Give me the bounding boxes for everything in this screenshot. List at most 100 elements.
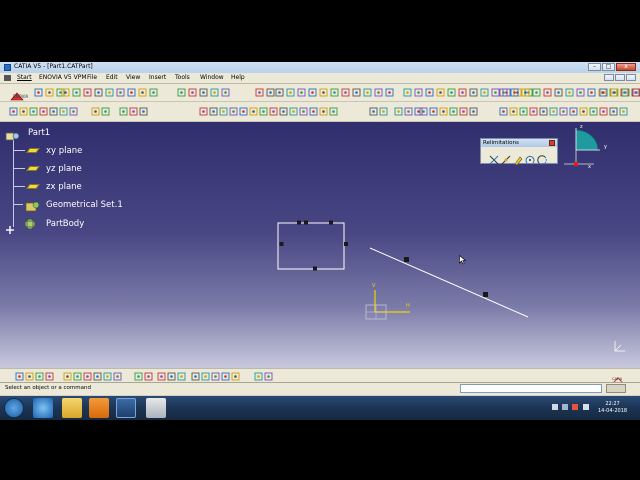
- complement-icon[interactable]: [537, 150, 547, 165]
- toolbar-button[interactable]: [429, 107, 438, 116]
- toolbar-button[interactable]: [105, 88, 114, 97]
- toolbar-button[interactable]: [177, 372, 186, 381]
- maximize-button[interactable]: □: [602, 63, 615, 71]
- toolbar-button[interactable]: [436, 88, 445, 97]
- toolbar-button[interactable]: [509, 107, 518, 116]
- bottom-toolbar-icons[interactable]: [0, 369, 640, 383]
- close-arc-icon[interactable]: [525, 150, 535, 164]
- quick-trim-icon[interactable]: [513, 150, 523, 166]
- toolbar-button[interactable]: [264, 372, 273, 381]
- toolbar-button[interactable]: [539, 107, 548, 116]
- toolbar-button[interactable]: [519, 107, 528, 116]
- toolbar-button[interactable]: [72, 88, 81, 97]
- toolbar-row-2-icons[interactable]: [0, 102, 640, 121]
- toolbar-button[interactable]: [259, 107, 268, 116]
- toolbar-button[interactable]: [209, 107, 218, 116]
- toolbar-button[interactable]: [439, 107, 448, 116]
- toolbar-button[interactable]: [93, 372, 102, 381]
- toolbar-button[interactable]: [414, 88, 423, 97]
- toolbar-button[interactable]: [210, 88, 219, 97]
- toolbar-button[interactable]: [352, 88, 361, 97]
- toolbar-button[interactable]: [61, 88, 70, 97]
- tray-security-icon[interactable]: [572, 404, 578, 410]
- internet-explorer-icon[interactable]: [33, 398, 53, 418]
- close-button[interactable]: x: [616, 63, 636, 71]
- toolbar-button[interactable]: [199, 107, 208, 116]
- toolbar-button[interactable]: [289, 107, 298, 116]
- toolbar-button[interactable]: [589, 107, 598, 116]
- toolbar-button[interactable]: [167, 372, 176, 381]
- catia-taskbar-icon[interactable]: [116, 398, 136, 418]
- doc-restore-button[interactable]: [615, 74, 625, 81]
- menu-start[interactable]: Start: [17, 74, 32, 81]
- toolbar-button[interactable]: [127, 88, 136, 97]
- toolbar-button[interactable]: [385, 88, 394, 97]
- toolbar-button[interactable]: [116, 88, 125, 97]
- toolbar-button[interactable]: [199, 88, 208, 97]
- toolbar-button[interactable]: [569, 107, 578, 116]
- toolbar-button[interactable]: [414, 107, 423, 116]
- toolbar-button[interactable]: [221, 88, 230, 97]
- toolbar-button[interactable]: [63, 372, 72, 381]
- toolbar-button[interactable]: [449, 107, 458, 116]
- toolbar-button[interactable]: [45, 372, 54, 381]
- toolbar-button[interactable]: [543, 88, 552, 97]
- toolbar-button[interactable]: [499, 107, 508, 116]
- toolbar-button[interactable]: [83, 372, 92, 381]
- toolbar-button[interactable]: [229, 107, 238, 116]
- media-player-icon[interactable]: [89, 398, 109, 418]
- toolbar-button[interactable]: [308, 88, 317, 97]
- menu-window[interactable]: Window: [200, 74, 224, 81]
- toolbar-button[interactable]: [201, 372, 210, 381]
- toolbar-button[interactable]: [329, 107, 338, 116]
- toolbar-button[interactable]: [134, 372, 143, 381]
- toolbar-button[interactable]: [309, 107, 318, 116]
- toolbar-button[interactable]: [255, 88, 264, 97]
- toolbar-button[interactable]: [297, 88, 306, 97]
- command-input[interactable]: [460, 384, 602, 393]
- toolbar-button[interactable]: [394, 107, 403, 116]
- toolbar-button[interactable]: [39, 107, 48, 116]
- toolbar-button[interactable]: [69, 107, 78, 116]
- toolbar-button[interactable]: [239, 107, 248, 116]
- toolbar-button[interactable]: [94, 88, 103, 97]
- toolbar-button[interactable]: [619, 107, 628, 116]
- tray-volume-icon[interactable]: [583, 404, 589, 410]
- toolbar-button[interactable]: [219, 107, 228, 116]
- sketch-line[interactable]: [369, 247, 529, 318]
- toolbar-button[interactable]: [91, 107, 100, 116]
- toolbar-button[interactable]: [254, 372, 263, 381]
- windows-start-button[interactable]: [4, 398, 24, 418]
- toolbar-button[interactable]: [56, 88, 65, 97]
- toolbar-button[interactable]: [25, 372, 34, 381]
- toolbar-button[interactable]: [9, 107, 18, 116]
- intersection-point[interactable]: [404, 257, 409, 262]
- menu-enovia[interactable]: ENOVIA V5 VPM: [39, 74, 87, 81]
- toolbar-button[interactable]: [279, 107, 288, 116]
- toolbar-button[interactable]: [177, 88, 186, 97]
- toolbar-button[interactable]: [83, 88, 92, 97]
- toolbar-button[interactable]: [554, 88, 563, 97]
- menu-file[interactable]: File: [87, 74, 97, 81]
- toolbar-button[interactable]: [19, 107, 28, 116]
- toolbar-button[interactable]: [101, 107, 110, 116]
- menu-view[interactable]: View: [126, 74, 140, 81]
- toolbar-button[interactable]: [374, 88, 383, 97]
- toolbar-button[interactable]: [532, 88, 541, 97]
- toolbar-button[interactable]: [549, 107, 558, 116]
- relimitations-close-button[interactable]: [549, 140, 555, 146]
- toolbar-button[interactable]: [144, 372, 153, 381]
- doc-minimize-button[interactable]: [604, 74, 614, 81]
- toolbar-button[interactable]: [221, 372, 230, 381]
- toolbar-button[interactable]: [139, 107, 148, 116]
- doc-close-button[interactable]: [626, 74, 636, 81]
- toolbar-button[interactable]: [188, 88, 197, 97]
- toolbar-button[interactable]: [35, 372, 44, 381]
- window-taskbar-icon[interactable]: [146, 398, 166, 418]
- toolbar-button[interactable]: [15, 372, 24, 381]
- toolbar-button[interactable]: [565, 88, 574, 97]
- toolbar-button[interactable]: [469, 88, 478, 97]
- toolbar-button[interactable]: [379, 107, 388, 116]
- toolbar-button[interactable]: [211, 372, 220, 381]
- toolbar-button[interactable]: [73, 372, 82, 381]
